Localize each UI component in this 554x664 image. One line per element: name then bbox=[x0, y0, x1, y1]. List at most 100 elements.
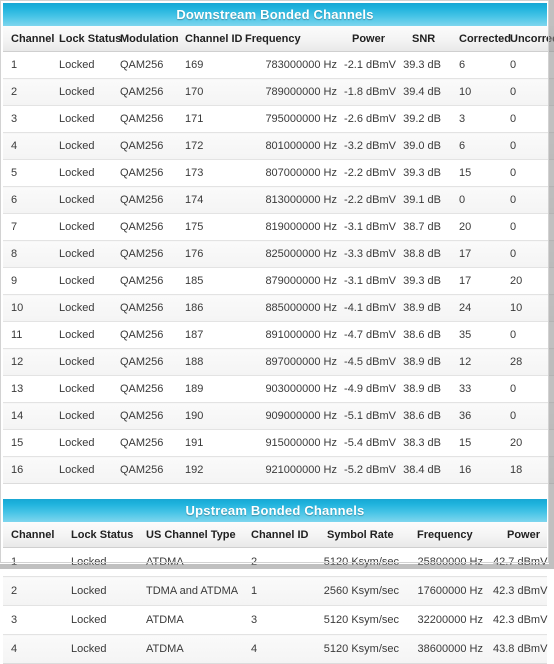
cell-modulation: QAM256 bbox=[112, 429, 177, 457]
cell-power: -2.6 dBmV bbox=[341, 105, 401, 133]
cell-snr: 38.7 dB bbox=[401, 213, 447, 241]
cell-uncorrectables: 0 bbox=[498, 375, 554, 403]
cell-channel-id: 186 bbox=[177, 294, 235, 322]
cell-frequency: 879000000 Hz bbox=[235, 267, 341, 295]
cell-frequency: 32200000 Hz bbox=[405, 605, 493, 635]
cable-modem-status-page: Downstream Bonded Channels Channel Lock … bbox=[0, 0, 554, 664]
column-header-power: Power bbox=[341, 26, 401, 52]
downstream-panel-title: Downstream Bonded Channels bbox=[3, 3, 547, 26]
cell-corrected: 16 bbox=[447, 456, 498, 484]
cell-channel: 7 bbox=[3, 213, 51, 241]
upstream-bonded-channels-panel: Upstream Bonded Channels Channel Lock St… bbox=[3, 499, 547, 664]
downstream-table-header: Channel Lock Status Modulation Channel I… bbox=[3, 26, 554, 52]
cell-corrected: 24 bbox=[447, 294, 498, 322]
cell-frequency: 25800000 Hz bbox=[405, 547, 493, 577]
cell-channel: 4 bbox=[3, 132, 51, 160]
cell-channel-id: 188 bbox=[177, 348, 235, 376]
cell-modulation: QAM256 bbox=[112, 456, 177, 484]
column-header-lock-status: Lock Status bbox=[51, 26, 121, 52]
cell-channel: 4 bbox=[3, 634, 63, 664]
cell-modulation: QAM256 bbox=[112, 402, 177, 430]
column-header-us-channel-type: US Channel Type bbox=[138, 522, 243, 548]
cell-snr: 38.3 dB bbox=[401, 429, 447, 457]
downstream-table-row: 4 Locked QAM256 172 801000000 Hz -3.2 dBmV 39.… bbox=[3, 132, 554, 160]
cell-channel-id: 190 bbox=[177, 402, 235, 430]
downstream-table-row: 14 Locked QAM256 190 909000000 Hz -5.1 dBmV 38… bbox=[3, 402, 554, 430]
cell-lock-status: Locked bbox=[63, 547, 138, 577]
cell-snr: 39.4 dB bbox=[401, 78, 447, 106]
cell-modulation: QAM256 bbox=[112, 78, 177, 106]
cell-channel: 15 bbox=[3, 429, 51, 457]
cell-us-channel-type: ATDMA bbox=[138, 605, 243, 635]
cell-frequency: 789000000 Hz bbox=[235, 78, 341, 106]
cell-power: 42.7 dBmV bbox=[493, 547, 547, 577]
cell-us-channel-type: ATDMA bbox=[138, 634, 243, 664]
cell-snr: 38.9 dB bbox=[401, 375, 447, 403]
cell-frequency: 17600000 Hz bbox=[405, 576, 493, 606]
cell-channel-id: 189 bbox=[177, 375, 235, 403]
upstream-panel-title: Upstream Bonded Channels bbox=[3, 499, 547, 522]
cell-lock-status: Locked bbox=[51, 213, 112, 241]
cell-channel: 2 bbox=[3, 78, 51, 106]
cell-power: -3.1 dBmV bbox=[341, 267, 401, 295]
cell-modulation: QAM256 bbox=[112, 375, 177, 403]
cell-power: 42.3 dBmV bbox=[493, 605, 547, 635]
upstream-table-header: Channel Lock Status US Channel Type Chan… bbox=[3, 522, 547, 548]
cell-channel-id: 185 bbox=[177, 267, 235, 295]
cell-channel-id: 173 bbox=[177, 159, 235, 187]
cell-channel-id: 175 bbox=[177, 213, 235, 241]
cell-us-channel-type: ATDMA bbox=[138, 547, 243, 577]
cell-channel-id: 170 bbox=[177, 78, 235, 106]
cell-channel: 3 bbox=[3, 105, 51, 133]
cell-power: -1.8 dBmV bbox=[341, 78, 401, 106]
upstream-table-row: 2 Locked TDMA and ATDMA 1 2560 Ksym/sec 17600… bbox=[3, 576, 547, 606]
cell-power: 42.3 dBmV bbox=[493, 576, 547, 606]
column-header-snr: SNR bbox=[401, 26, 447, 52]
cell-modulation: QAM256 bbox=[112, 348, 177, 376]
downstream-table-row: 10 Locked QAM256 186 885000000 Hz -4.1 dBmV 38… bbox=[3, 294, 554, 322]
cell-power: -2.1 dBmV bbox=[341, 51, 401, 79]
cell-corrected: 33 bbox=[447, 375, 498, 403]
downstream-table-row: 11 Locked QAM256 187 891000000 Hz -4.7 dBmV 38… bbox=[3, 321, 554, 349]
cell-uncorrectables: 0 bbox=[498, 402, 554, 430]
cell-channel: 16 bbox=[3, 456, 51, 484]
downstream-table-row: 13 Locked QAM256 189 903000000 Hz -4.9 dBmV 38… bbox=[3, 375, 554, 403]
cell-snr: 38.6 dB bbox=[401, 402, 447, 430]
cell-symbol-rate: 5120 Ksym/sec bbox=[315, 547, 405, 577]
cell-frequency: 897000000 Hz bbox=[235, 348, 341, 376]
cell-channel: 2 bbox=[3, 576, 63, 606]
cell-corrected: 12 bbox=[447, 348, 498, 376]
cell-corrected: 6 bbox=[447, 51, 498, 79]
downstream-table-row: 7 Locked QAM256 175 819000000 Hz -3.1 dBmV 38.… bbox=[3, 213, 554, 241]
column-header-frequency: Frequency bbox=[405, 522, 493, 548]
cell-modulation: QAM256 bbox=[112, 267, 177, 295]
cell-modulation: QAM256 bbox=[112, 294, 177, 322]
cell-lock-status: Locked bbox=[63, 576, 138, 606]
cell-channel: 10 bbox=[3, 294, 51, 322]
cell-corrected: 15 bbox=[447, 429, 498, 457]
cell-lock-status: Locked bbox=[51, 240, 112, 268]
cell-lock-status: Locked bbox=[51, 429, 112, 457]
cell-frequency: 783000000 Hz bbox=[235, 51, 341, 79]
cell-uncorrectables: 0 bbox=[498, 159, 554, 187]
cell-channel: 8 bbox=[3, 240, 51, 268]
cell-power: -4.9 dBmV bbox=[341, 375, 401, 403]
cell-channel-id: 187 bbox=[177, 321, 235, 349]
cell-frequency: 819000000 Hz bbox=[235, 213, 341, 241]
cell-snr: 39.3 dB bbox=[401, 159, 447, 187]
cell-modulation: QAM256 bbox=[112, 132, 177, 160]
column-header-channel: Channel bbox=[3, 522, 63, 548]
cell-corrected: 10 bbox=[447, 78, 498, 106]
cell-channel: 3 bbox=[3, 605, 63, 635]
cell-frequency: 825000000 Hz bbox=[235, 240, 341, 268]
cell-uncorrectables: 0 bbox=[498, 213, 554, 241]
cell-modulation: QAM256 bbox=[112, 159, 177, 187]
cell-uncorrectables: 0 bbox=[498, 240, 554, 268]
cell-lock-status: Locked bbox=[51, 267, 112, 295]
cell-snr: 38.9 dB bbox=[401, 348, 447, 376]
cell-frequency: 807000000 Hz bbox=[235, 159, 341, 187]
cell-uncorrectables: 20 bbox=[498, 429, 554, 457]
cell-uncorrectables: 0 bbox=[498, 132, 554, 160]
cell-power: -2.2 dBmV bbox=[341, 186, 401, 214]
cell-corrected: 3 bbox=[447, 105, 498, 133]
